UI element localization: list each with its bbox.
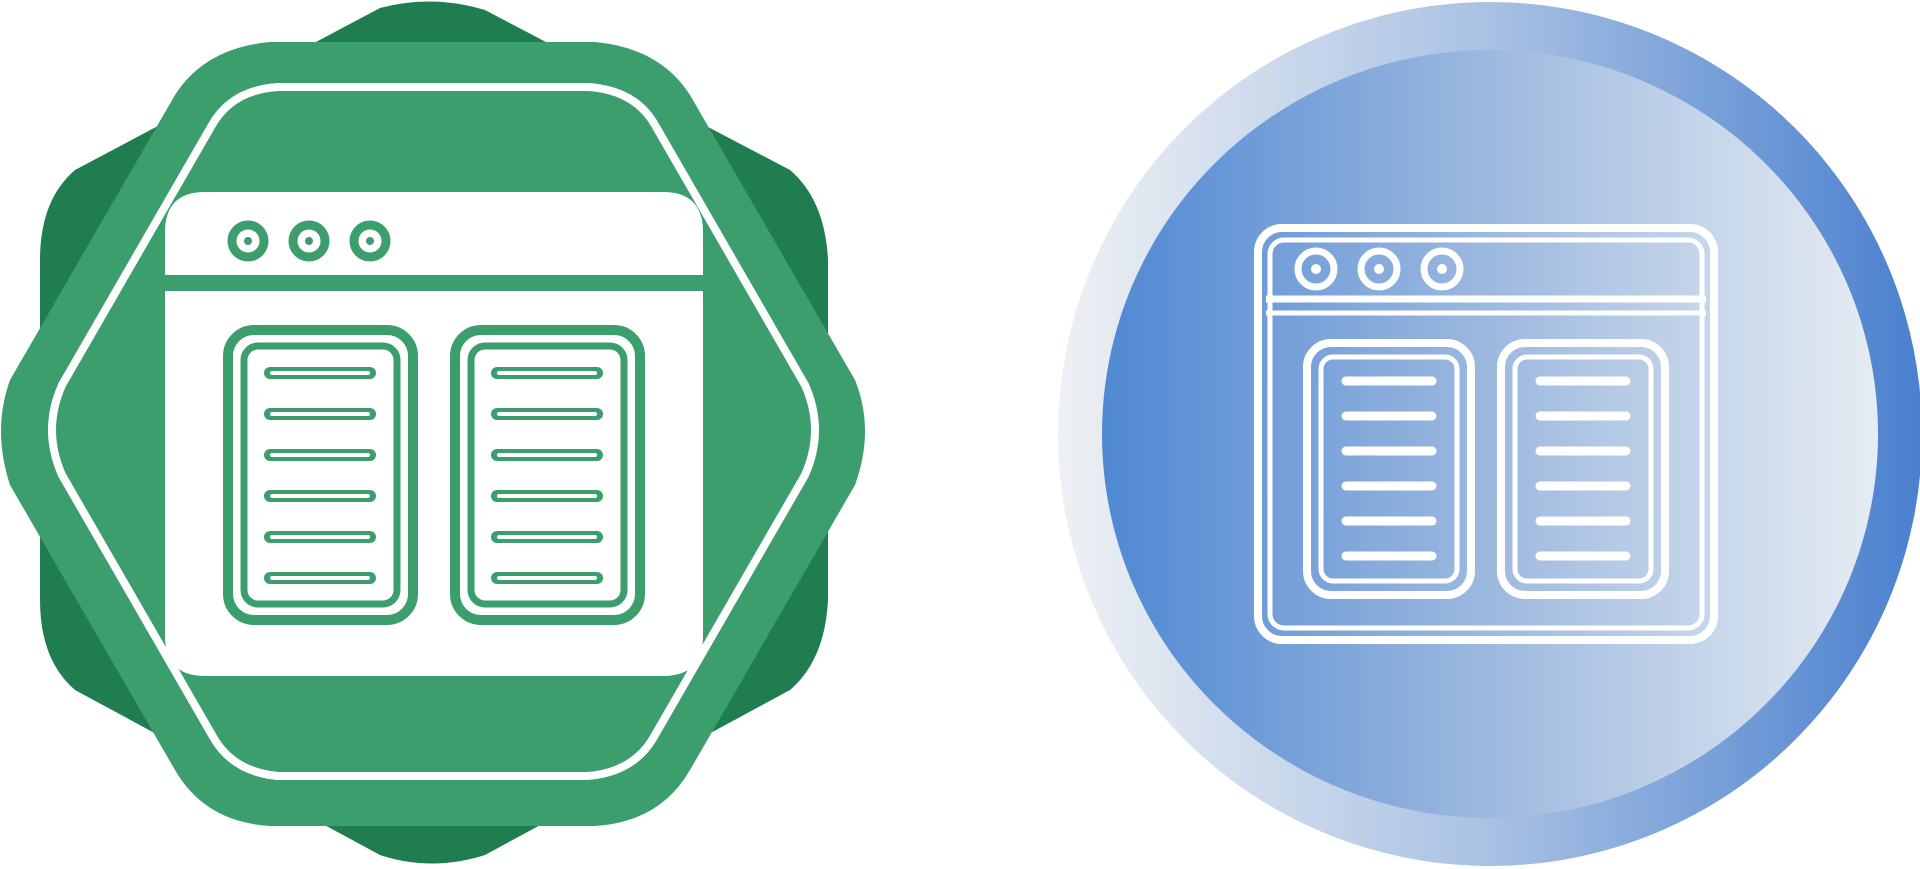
left-badge-icon — [1, 1, 865, 864]
right-circle-icon — [1058, 2, 1920, 866]
inner-gradient-circle — [1102, 50, 1878, 818]
icon-showcase — [0, 0, 1920, 869]
browser-window — [165, 192, 703, 676]
icon-canvas — [1, 1, 1920, 866]
